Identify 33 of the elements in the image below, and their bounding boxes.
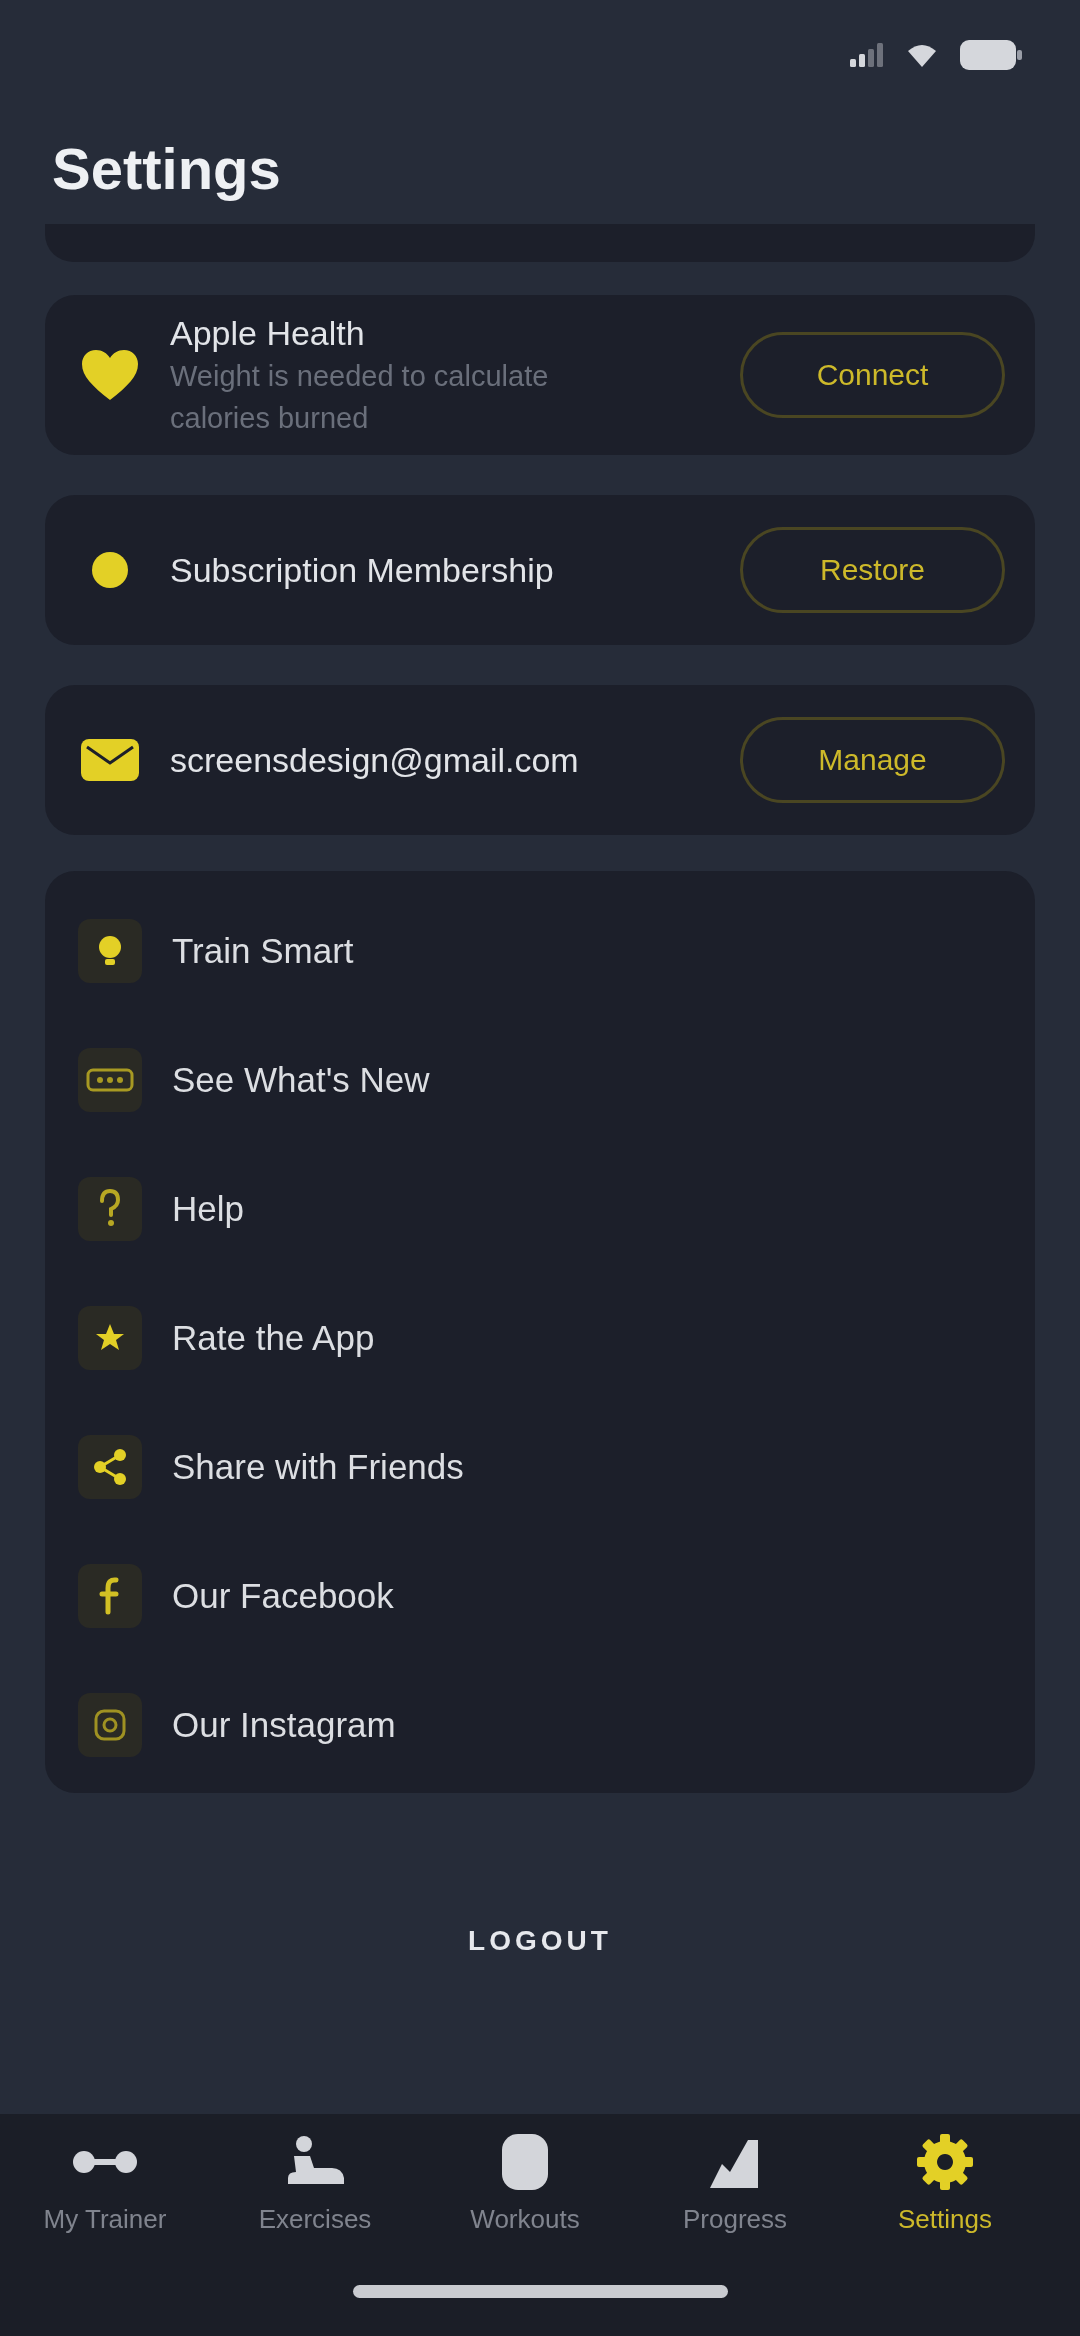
battery-icon <box>960 40 1022 70</box>
card-action-button[interactable]: Restore <box>740 527 1005 613</box>
tab-item[interactable]: Workouts <box>420 2134 630 2235</box>
menu-item[interactable]: Train Smart <box>45 886 354 1015</box>
menu-item[interactable]: Help <box>45 1144 244 1273</box>
lightbulb-icon <box>78 918 142 983</box>
card-action-button[interactable]: Manage <box>740 717 1005 803</box>
tab-item[interactable]: Exercises <box>210 2134 420 2235</box>
card-subtitle: Weight is needed to calculate calories burned <box>170 359 550 436</box>
envelope-icon <box>81 739 139 781</box>
camera-icon <box>78 1692 142 1757</box>
card-title: screensdesign@gmail.com <box>170 740 579 781</box>
tab-item[interactable]: Progress <box>630 2134 840 2235</box>
wifi-icon <box>906 43 938 67</box>
logout-button[interactable]: LOGOUT <box>458 1919 622 1963</box>
heart-icon <box>82 350 138 400</box>
menu-item[interactable]: See What's New <box>45 1015 430 1144</box>
menu-item[interactable]: Share with Friends <box>45 1402 464 1531</box>
circle-icon <box>92 552 128 588</box>
card-title: Apple Health <box>170 313 365 354</box>
screen-title: Settings <box>52 135 281 203</box>
question-icon <box>78 1176 142 1241</box>
card-title: Subscription Membership <box>170 550 554 591</box>
menu-item[interactable]: Our Facebook <box>45 1531 394 1660</box>
tag-icon <box>78 1047 142 1112</box>
share-icon <box>78 1434 142 1499</box>
f-logo-icon <box>78 1563 142 1628</box>
tab-item[interactable]: Settings <box>840 2134 1050 2235</box>
card-action-button[interactable]: Connect <box>740 332 1005 418</box>
tab-item[interactable]: My Trainer <box>0 2134 210 2235</box>
signal-icon <box>850 43 884 67</box>
menu-item[interactable]: Our Instagram <box>45 1660 396 1789</box>
menu-item[interactable]: Rate the App <box>45 1273 375 1402</box>
